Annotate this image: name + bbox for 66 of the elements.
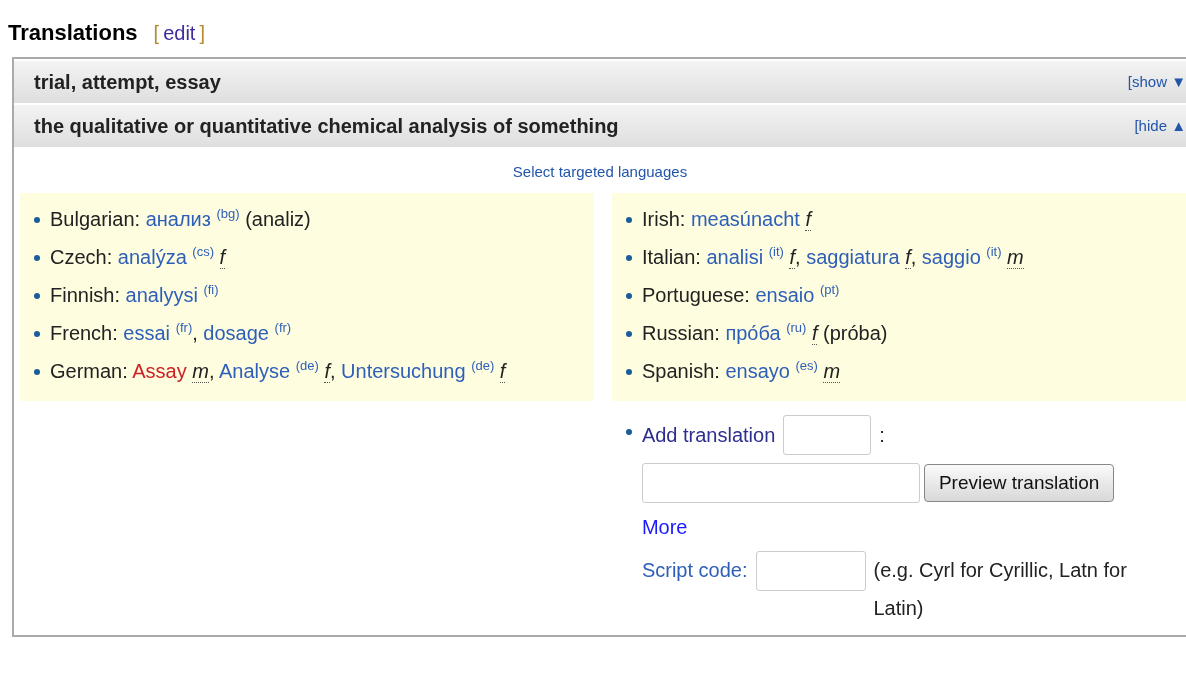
translation-entry: Bulgarian: анализ $^{(bg)}$ (analiz) <box>50 205 311 232</box>
language-code-field[interactable] <box>783 415 872 455</box>
translation-link[interactable]: Assay <box>132 360 187 382</box>
field-label: Script code: <box>641 558 748 583</box>
field-label: Add translation <box>641 423 776 448</box>
edit-link[interactable]: edit <box>163 18 196 48</box>
colon-label: : <box>879 423 885 448</box>
language-code-link[interactable]: (fr) <box>175 320 193 336</box>
translation-link[interactable]: analisi <box>706 246 764 268</box>
language-code-link[interactable]: (es) <box>795 358 818 374</box>
translation-link[interactable]: analyysi <box>125 284 198 306</box>
translation-link[interactable]: essai <box>123 322 171 344</box>
language-code-link[interactable]: (it) <box>986 244 1002 260</box>
bullet-icon <box>34 217 40 223</box>
translation-entry: Czech: analýza $^{(cs)}$ f <box>50 243 226 271</box>
preview-button[interactable]: Preview translation <box>923 464 1115 502</box>
translation-entry: Russian: про́ба $^{(ru)}$ f (próba) <box>642 319 888 347</box>
toggle-link[interactable]: [show ▼ <box>1127 70 1186 94</box>
bullet-icon <box>34 369 40 375</box>
language-code-link[interactable]: (fi) <box>203 282 219 298</box>
translation-entry: German: Assay m, Analyse $^{(de)}$ f, Untersuchung $^{(de)}$ f <box>50 357 506 385</box>
bullet-icon <box>34 293 40 299</box>
translation-entry: Irish: measúnacht f <box>642 207 811 233</box>
translation-link[interactable]: анализ <box>145 208 211 230</box>
translation-entry: Italian: analisi $^{(it)}$ f, saggiatura f, saggio $^{(it)}$ m <box>642 243 1024 271</box>
bullet-icon <box>626 217 632 223</box>
language-code-link[interactable]: (fr) <box>274 320 292 336</box>
bullet-icon <box>625 429 632 435</box>
language-code-link[interactable]: (de) <box>471 358 495 374</box>
translation-link[interactable]: ensayo <box>725 360 790 382</box>
translation-link[interactable]: ensaio <box>755 284 815 306</box>
translation-link[interactable]: про́ба <box>725 322 781 344</box>
language-code-link[interactable]: (pt) <box>819 282 840 298</box>
translation-field[interactable] <box>641 463 920 503</box>
bullet-icon <box>34 255 40 261</box>
language-code-link[interactable]: (it) <box>768 244 784 260</box>
translation-entry: Spanish: ensayo $^{(es)}$ m <box>642 357 841 385</box>
translation-link[interactable]: Analyse <box>219 360 291 382</box>
translation-link[interactable]: saggio <box>921 246 981 268</box>
translation-link[interactable]: Untersuchung <box>341 360 466 382</box>
translation-entry: Portuguese: ensaio $^{(pt)}$ <box>642 281 840 308</box>
bullet-icon <box>626 293 632 299</box>
script-code-field[interactable] <box>755 551 866 591</box>
hint-text: (e.g. Cyrl for Cyrillic, Latn for Latin) <box>873 558 1128 621</box>
bullet-icon <box>34 331 40 337</box>
toggle-link[interactable]: [hide ▲ <box>1134 114 1186 138</box>
language-code-link[interactable]: (de) <box>295 358 319 374</box>
translation-link[interactable]: analýza <box>117 246 187 268</box>
gloss-text: trial, attempt, essay <box>34 70 221 95</box>
bullet-icon <box>626 255 632 261</box>
translation-link[interactable]: saggiatura <box>806 246 900 268</box>
bracket: [ <box>153 21 160 46</box>
more-link[interactable]: More <box>641 511 688 543</box>
language-code-link[interactable]: (cs) <box>192 244 214 260</box>
bullet-icon <box>626 331 632 337</box>
language-code-link[interactable]: (bg) <box>216 206 240 222</box>
translation-link[interactable]: measúnacht <box>690 208 800 230</box>
select-languages-link[interactable]: Select targeted languages <box>512 163 688 180</box>
bullet-icon <box>626 369 632 375</box>
language-code-link[interactable]: (ru) <box>786 320 807 336</box>
translation-entry: French: essai $^{(fr)}$, dosage $^{(fr)}$ <box>50 319 292 346</box>
translation-entry: Finnish: analyysi $^{(fi)}$ <box>50 281 219 308</box>
section-heading: Translations <box>8 19 138 47</box>
gloss-text: the qualitative or quantitative chemical analysis of something <box>34 114 619 139</box>
translation-link[interactable]: dosage <box>203 322 269 344</box>
bracket: ] <box>199 21 205 46</box>
